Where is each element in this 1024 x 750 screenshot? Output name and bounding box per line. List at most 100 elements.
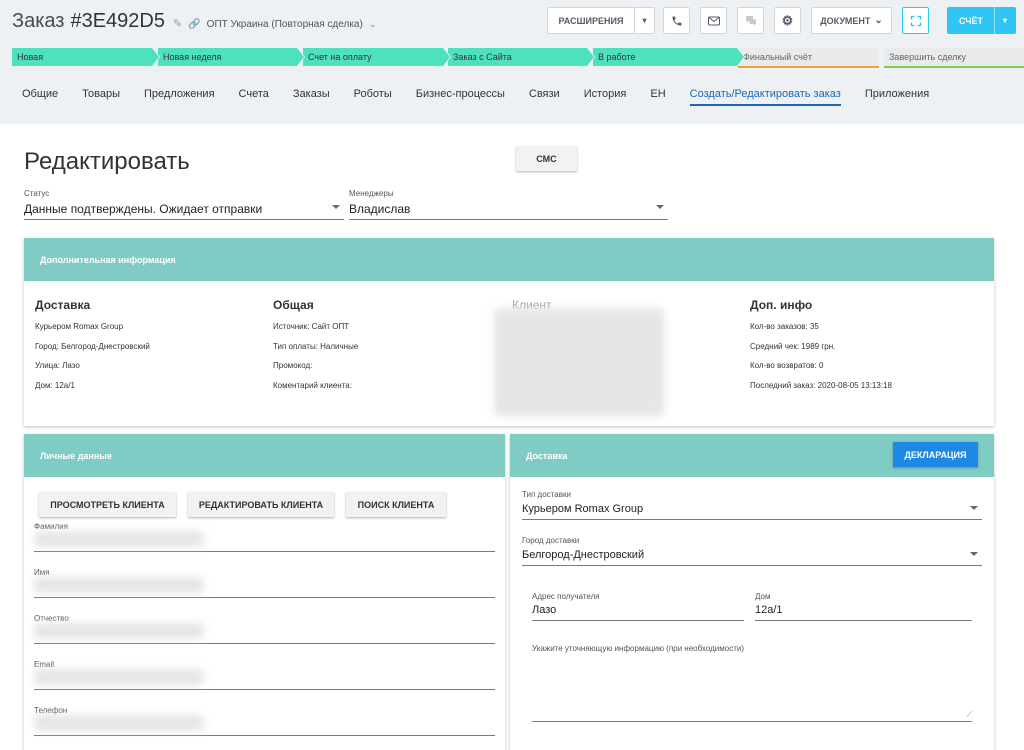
stage-label: Счет на оплату (308, 52, 372, 62)
extensions-button[interactable]: РАСШИРЕНИЯ (547, 7, 635, 34)
email-label: Email (34, 660, 55, 669)
settings-button[interactable]: ⚙ (774, 7, 801, 34)
delivery-city-select[interactable]: Город доставки Белгород-Днестровский (522, 536, 982, 566)
recipient-address-value: Лазо (532, 604, 557, 616)
phone-field[interactable]: Телефон (34, 706, 495, 736)
delivery-notes-textarea[interactable]: Укажите уточняющую информацию (при необх… (532, 644, 972, 722)
delivery-house: Дом: 12а/1 (35, 380, 75, 390)
tab-create-edit-order[interactable]: Создать/Редактировать заказ (689, 88, 841, 106)
tab-orders[interactable]: Заказы (293, 88, 330, 106)
link-icon[interactable]: 🔗 (188, 19, 200, 30)
shipping-title: Доставка (526, 450, 568, 461)
expand-button[interactable] (902, 7, 929, 34)
stage-final-invoice[interactable]: Финальный счёт (738, 48, 879, 68)
stage-new-week[interactable]: Новая неделя (158, 48, 305, 66)
chevron-down-icon[interactable]: ⌄ (369, 19, 377, 30)
tab-offers[interactable]: Предложения (144, 88, 215, 106)
recipient-address-label: Адрес получателя (532, 592, 600, 601)
email-field[interactable]: Email (34, 660, 495, 690)
stage-bar: Новая Новая неделя Счет на оплату Заказ … (12, 48, 1024, 68)
delivery-heading: Доставка (35, 298, 91, 312)
delivery-method: Курьером Romax Group (35, 322, 124, 331)
chat-button[interactable] (737, 7, 764, 34)
extra-heading: Доп. инфо (750, 298, 813, 312)
extensions-menu-button[interactable]: ▾ (634, 7, 655, 34)
delivery-city: Город: Белгород-Днестровский (35, 341, 150, 351)
sms-button[interactable]: СМС (516, 146, 577, 171)
tab-invoices[interactable]: Счета (239, 88, 269, 106)
tab-general[interactable]: Общие (22, 88, 58, 106)
client-comment-row: Коментарий клиента: (273, 380, 352, 390)
document-label: ДОКУМЕНТ (820, 15, 871, 26)
additional-info-header: Дополнительная информация (24, 238, 994, 281)
recipient-address-field[interactable]: Адрес получателя Лазо (532, 592, 744, 621)
stage-label: Финальный счёт (743, 52, 812, 62)
deal-category[interactable]: ОПТ Украина (Повторная сделка) (207, 19, 363, 30)
resize-handle-icon[interactable]: ⟋ (966, 710, 972, 720)
top-header: Заказ #3E492D5 ✎ 🔗 ОПТ Украина (Повторна… (0, 0, 1024, 124)
general-info-column: Общая Источник: Сайт ОПТ Тип оплаты: Нал… (273, 298, 358, 398)
additional-info-card: Дополнительная информация Доставка Курье… (24, 238, 994, 426)
gear-icon: ⚙ (781, 12, 794, 28)
first-name-field[interactable]: Имя (34, 568, 495, 598)
stage-payment-invoice[interactable]: Счет на оплату (303, 48, 451, 66)
document-button[interactable]: ДОКУМЕНТ ⌄ (811, 7, 892, 34)
tab-applications[interactable]: Приложения (865, 88, 929, 106)
page-title: Редактировать (24, 148, 190, 175)
stage-new[interactable]: Новая (12, 48, 160, 66)
tab-links[interactable]: Связи (529, 88, 560, 106)
house-field[interactable]: Дом 12а/1 (755, 592, 972, 621)
call-button[interactable] (663, 7, 690, 34)
last-name-field[interactable]: Фамилия (34, 522, 495, 552)
stage-in-progress[interactable]: В работе (593, 48, 745, 66)
envelope-icon (707, 16, 720, 25)
tab-business-processes[interactable]: Бизнес-процессы (416, 88, 505, 106)
personal-data-header: Личные данные (24, 434, 505, 477)
search-client-label: ПОИСК КЛИЕНТА (357, 499, 435, 510)
dropdown-arrow-icon (970, 506, 978, 510)
invoice-button[interactable]: СЧЁТ (947, 7, 995, 34)
tab-en[interactable]: ЕН (650, 88, 665, 106)
stage-label: Завершить сделку (889, 52, 966, 62)
delivery-notes-label: Укажите уточняющую информацию (при необх… (532, 644, 744, 653)
personal-data-card: Личные данные ПРОСМОТРЕТЬ КЛИЕНТА РЕДАКТ… (24, 434, 505, 750)
delivery-type-select[interactable]: Тип доставки Курьером Romax Group (522, 490, 982, 520)
status-value: Данные подтверждены. Ожидает отправки (24, 202, 263, 216)
patronymic-label: Отчество (34, 614, 69, 623)
source-row: Источник: Сайт ОПТ (273, 322, 350, 331)
general-heading: Общая (273, 298, 314, 312)
delivery-street: Улица: Лазо (35, 361, 80, 370)
patronymic-field[interactable]: Отчество (34, 614, 495, 644)
invoice-menu-button[interactable]: ▾ (994, 7, 1016, 34)
shipping-card: Доставка ДЕКЛАРАЦИЯ Тип доставки Курьеро… (510, 434, 994, 750)
search-client-button[interactable]: ПОИСК КЛИЕНТА (346, 492, 446, 517)
pencil-icon[interactable]: ✎ (173, 17, 182, 30)
status-label: Статус (24, 189, 50, 198)
edit-client-button[interactable]: РЕДАКТИРОВАТЬ КЛИЕНТА (188, 492, 334, 517)
last-name-redacted (34, 531, 204, 547)
stage-close-deal[interactable]: Завершить сделку (884, 48, 1024, 68)
email-redacted (34, 669, 204, 685)
stage-label: Новая неделя (163, 52, 222, 62)
view-client-button[interactable]: ПРОСМОТРЕТЬ КЛИЕНТА (39, 492, 176, 517)
stage-site-order[interactable]: Заказ с Сайта (448, 48, 595, 66)
managers-label: Менеджеры (349, 189, 394, 198)
tab-history[interactable]: История (584, 88, 627, 106)
phone-redacted (34, 715, 204, 731)
tab-products[interactable]: Товары (82, 88, 120, 106)
managers-value: Владислав (349, 202, 411, 216)
stage-label: Новая (17, 52, 44, 62)
declaration-button[interactable]: ДЕКЛАРАЦИЯ (893, 442, 978, 467)
chat-icon (745, 16, 756, 26)
delivery-city-value: Белгород-Днестровский (522, 549, 645, 561)
managers-select[interactable]: Менеджеры Владислав (349, 189, 668, 220)
phone-icon (672, 16, 681, 25)
tab-bar: Общие Товары Предложения Счета Заказы Ро… (22, 88, 953, 106)
email-button[interactable] (700, 7, 727, 34)
deal-number: #3E492D5 (70, 10, 165, 32)
status-select[interactable]: Статус Данные подтверждены. Ожидает отпр… (24, 189, 344, 220)
delivery-type-label: Тип доставки (522, 490, 571, 499)
tab-robots[interactable]: Роботы (354, 88, 392, 106)
chevron-down-icon: ⌄ (874, 15, 883, 26)
dropdown-arrow-icon (970, 552, 978, 556)
